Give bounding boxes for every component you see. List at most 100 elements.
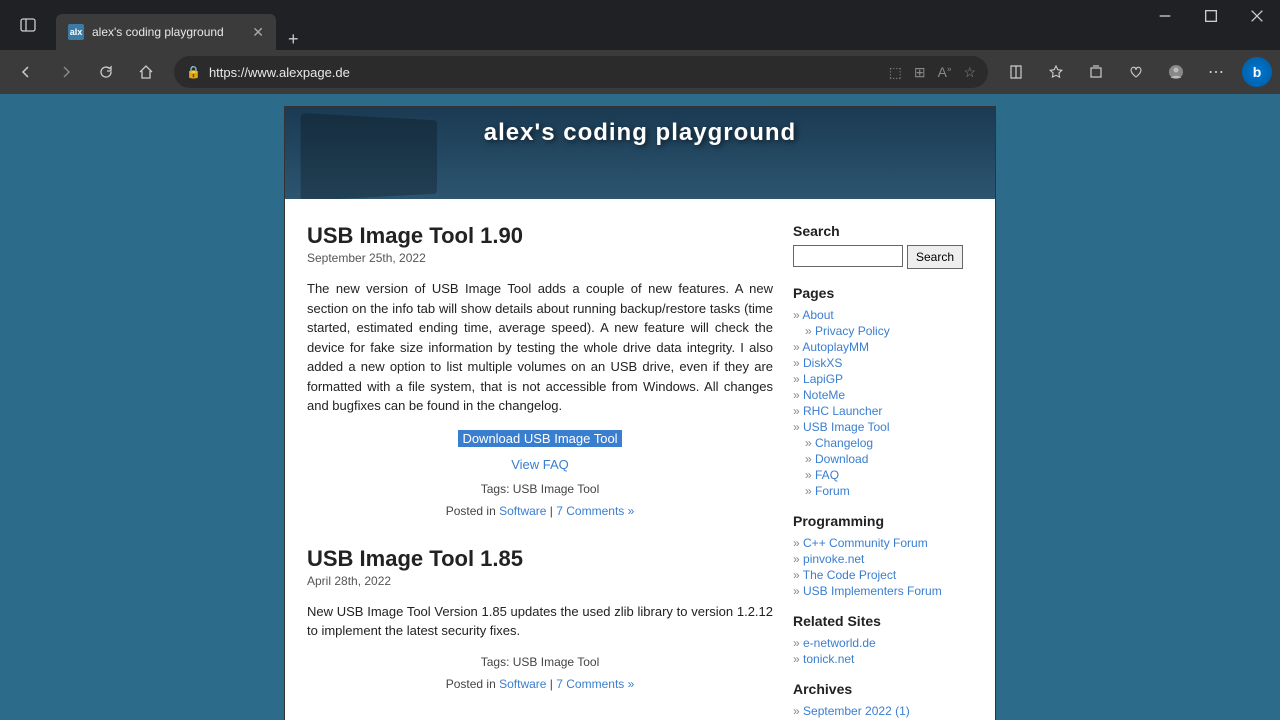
- browser-tab[interactable]: alx alex's coding playground ✕: [56, 14, 276, 50]
- post-tags: Tags: USB Image Tool: [307, 482, 773, 496]
- maximize-icon: [1203, 8, 1219, 24]
- search-input[interactable]: [793, 245, 903, 267]
- refresh-button[interactable]: [88, 54, 124, 90]
- sidebar-link[interactable]: About: [793, 307, 973, 323]
- post-meta: Posted in Software | 7 Comments »: [307, 677, 773, 691]
- back-button[interactable]: [8, 54, 44, 90]
- forward-button[interactable]: [48, 54, 84, 90]
- sidebar-link[interactable]: Forum: [793, 483, 973, 499]
- related-heading: Related Sites: [793, 613, 973, 629]
- post-tags: Tags: USB Image Tool: [307, 655, 773, 669]
- grid-icon[interactable]: ⊞: [914, 64, 926, 81]
- menu-button[interactable]: ⋯: [1198, 54, 1234, 90]
- site-header: alex's coding playground: [285, 107, 995, 199]
- reading-list-button[interactable]: [998, 54, 1034, 90]
- download-link[interactable]: Download USB Image Tool: [458, 430, 621, 447]
- related-list: e-networld.detonick.net: [793, 635, 973, 667]
- tab-close-button[interactable]: ✕: [252, 24, 264, 41]
- desktop-icon[interactable]: ⬚: [889, 64, 902, 81]
- sidebar-link[interactable]: LapiGP: [793, 371, 973, 387]
- sidebar-link[interactable]: tonick.net: [793, 651, 973, 667]
- minimize-button[interactable]: [1142, 0, 1188, 32]
- post-body: The new version of USB Image Tool adds a…: [307, 279, 773, 416]
- performance-button[interactable]: [1118, 54, 1154, 90]
- sidebar-link[interactable]: Privacy Policy: [793, 323, 973, 339]
- maximize-button[interactable]: [1188, 0, 1234, 32]
- post-date: September 25th, 2022: [307, 251, 773, 265]
- post: USB Image Tool 1.90 September 25th, 2022…: [307, 223, 773, 518]
- minimize-icon: [1157, 8, 1173, 24]
- window-controls: [1142, 0, 1280, 50]
- url-right-icons: ⬚ ⊞ A» ☆: [889, 64, 976, 81]
- tab-strip-left: [0, 0, 56, 50]
- post: USB Image Tool 1.85 April 28th, 2022 New…: [307, 546, 773, 691]
- collections-icon: [1088, 64, 1104, 80]
- heart-pulse-icon: [1128, 64, 1144, 80]
- sidebar-link[interactable]: RHC Launcher: [793, 403, 973, 419]
- favorite-icon[interactable]: ☆: [963, 64, 976, 81]
- profile-button[interactable]: [1158, 54, 1194, 90]
- sidebar-link[interactable]: AutoplayMM: [793, 339, 973, 355]
- sidebar-link[interactable]: Changelog: [793, 435, 973, 451]
- tab-title: alex's coding playground: [92, 25, 244, 39]
- address-bar[interactable]: 🔒 https://www.alexpage.de ⬚ ⊞ A» ☆: [174, 56, 988, 88]
- category-link[interactable]: Software: [499, 677, 546, 691]
- archives-heading: Archives: [793, 681, 973, 697]
- title-bar: alx alex's coding playground ✕ +: [0, 0, 1280, 50]
- lock-icon: 🔒: [186, 65, 201, 79]
- reader-icon[interactable]: A»: [938, 64, 952, 81]
- pages-heading: Pages: [793, 285, 973, 301]
- refresh-icon: [98, 64, 114, 80]
- site-title: alex's coding playground: [484, 119, 796, 147]
- sidebar-link[interactable]: e-networld.de: [793, 635, 973, 651]
- sidebar-link[interactable]: pinvoke.net: [793, 551, 973, 567]
- tab-actions-button[interactable]: [10, 7, 46, 43]
- meta-pre: Posted in: [446, 677, 499, 691]
- sidebar-link[interactable]: C++ Community Forum: [793, 535, 973, 551]
- comments-link[interactable]: 7 Comments »: [556, 504, 634, 518]
- book-icon: [1008, 64, 1024, 80]
- home-button[interactable]: [128, 54, 164, 90]
- post-title[interactable]: USB Image Tool 1.85: [307, 546, 773, 572]
- programming-list: C++ Community Forumpinvoke.netThe Code P…: [793, 535, 973, 599]
- post-title[interactable]: USB Image Tool 1.90: [307, 223, 773, 249]
- page-container: alex's coding playground USB Image Tool …: [284, 106, 996, 720]
- bing-button[interactable]: b: [1242, 57, 1272, 87]
- nav-bar: 🔒 https://www.alexpage.de ⬚ ⊞ A» ☆ ⋯ b: [0, 50, 1280, 94]
- forward-icon: [58, 64, 74, 80]
- favicon-icon: alx: [68, 24, 84, 40]
- post-meta: Posted in Software | 7 Comments »: [307, 504, 773, 518]
- new-tab-button[interactable]: +: [276, 29, 311, 50]
- comments-link[interactable]: 7 Comments »: [556, 677, 634, 691]
- search-heading: Search: [793, 223, 973, 239]
- pages-list: AboutPrivacy PolicyAutoplayMMDiskXSLapiG…: [793, 307, 973, 499]
- sidebar-link[interactable]: USB Implementers Forum: [793, 583, 973, 599]
- sidebar-link[interactable]: USB Image Tool: [793, 419, 973, 435]
- sidebar-link[interactable]: Download: [793, 451, 973, 467]
- category-link[interactable]: Software: [499, 504, 546, 518]
- sidebar-link[interactable]: September 2022 (1): [793, 703, 973, 719]
- collections-button[interactable]: [1078, 54, 1114, 90]
- post-date: April 28th, 2022: [307, 574, 773, 588]
- meta-sep: |: [546, 504, 556, 518]
- home-icon: [138, 64, 154, 80]
- programming-heading: Programming: [793, 513, 973, 529]
- favorites-button[interactable]: [1038, 54, 1074, 90]
- panels-icon: [20, 17, 36, 33]
- meta-sep: |: [546, 677, 556, 691]
- search-button[interactable]: Search: [907, 245, 963, 269]
- close-window-button[interactable]: [1234, 0, 1280, 32]
- main-content: USB Image Tool 1.90 September 25th, 2022…: [307, 223, 773, 720]
- page-viewport[interactable]: alex's coding playground USB Image Tool …: [0, 94, 1280, 720]
- faq-link[interactable]: View FAQ: [511, 457, 569, 472]
- sidebar-link[interactable]: FAQ: [793, 467, 973, 483]
- meta-pre: Posted in: [446, 504, 499, 518]
- sidebar-link[interactable]: DiskXS: [793, 355, 973, 371]
- post-body: New USB Image Tool Version 1.85 updates …: [307, 602, 773, 641]
- sidebar-link[interactable]: NoteMe: [793, 387, 973, 403]
- avatar-icon: [1168, 64, 1184, 80]
- sidebar-link[interactable]: The Code Project: [793, 567, 973, 583]
- url-text: https://www.alexpage.de: [209, 65, 881, 80]
- archives-list: September 2022 (1)April 2022 (2): [793, 703, 973, 720]
- star-plus-icon: [1048, 64, 1064, 80]
